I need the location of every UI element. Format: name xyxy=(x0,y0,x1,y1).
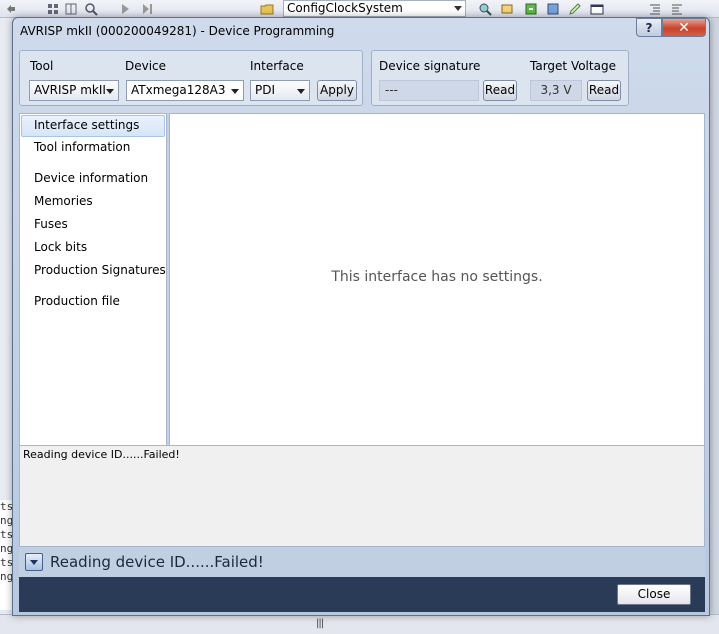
nav-item-fuses[interactable]: Fuses xyxy=(21,214,165,236)
undo-icon[interactable] xyxy=(4,2,18,16)
chevron-down-icon xyxy=(454,6,462,11)
play-icon[interactable] xyxy=(118,2,132,16)
ide-toolbar: ConfigClockSystem xyxy=(0,0,719,18)
device-select[interactable]: ATxmega128A3 xyxy=(126,80,244,101)
nav-item-tool-information[interactable]: Tool information xyxy=(21,137,165,159)
status-message: Reading device ID......Failed! xyxy=(50,553,264,571)
tool-device-group: Tool AVRISP mkII Device ATxmega128A3 Int… xyxy=(19,50,363,106)
dialog-footer: Close xyxy=(19,577,705,612)
window-close-button[interactable]: ✕ xyxy=(662,18,706,37)
tool-select-value: AVRISP mkII xyxy=(34,83,106,97)
log-line: Reading device ID......Failed! xyxy=(23,448,180,461)
chevron-down-icon xyxy=(106,89,114,94)
target-voltage-label: Target Voltage xyxy=(530,59,616,73)
find-icon[interactable] xyxy=(84,2,98,16)
title-bar[interactable]: AVRISP mkII (000200049281) - Device Prog… xyxy=(13,18,709,46)
log-output[interactable]: Reading device ID......Failed! xyxy=(19,445,705,547)
chevron-down-icon xyxy=(231,89,239,94)
settings-nav: Interface settings Tool information Devi… xyxy=(19,113,167,446)
expand-log-button[interactable] xyxy=(25,553,43,571)
search-icon[interactable] xyxy=(478,2,492,16)
window-title: AVRISP mkII (000200049281) - Device Prog… xyxy=(20,24,335,38)
indent-icon[interactable] xyxy=(648,2,662,16)
voltage-read-button[interactable]: Read xyxy=(587,80,621,101)
folder-icon[interactable] xyxy=(260,2,274,16)
grid-icon[interactable] xyxy=(64,2,78,16)
close-icon: ✕ xyxy=(678,19,690,36)
interface-select-value: PDI xyxy=(255,83,276,97)
signature-voltage-group: Device signature --- Read Target Voltage… xyxy=(371,50,629,106)
chevron-down-icon xyxy=(297,89,305,94)
device-signature-value: --- xyxy=(379,80,479,101)
export-icon[interactable] xyxy=(524,2,538,16)
help-icon: ? xyxy=(645,20,653,35)
apply-button[interactable]: Apply xyxy=(317,80,357,101)
close-button[interactable]: Close xyxy=(617,584,691,605)
device-select-value: ATxmega128A3 xyxy=(131,83,226,97)
solution-config-value: ConfigClockSystem xyxy=(287,1,403,15)
status-bar: Reading device ID......Failed! xyxy=(19,547,705,577)
chevron-down-icon xyxy=(30,560,38,565)
nav-item-interface-settings[interactable]: Interface settings xyxy=(21,115,165,137)
device-programming-dialog: AVRISP mkII (000200049281) - Device Prog… xyxy=(12,17,710,616)
nav-item-lock-bits[interactable]: Lock bits xyxy=(21,237,165,259)
interface-select[interactable]: PDI xyxy=(250,80,310,101)
help-button[interactable]: ? xyxy=(636,18,662,37)
device-label: Device xyxy=(125,59,167,73)
interface-label: Interface xyxy=(250,59,304,73)
tool-label: Tool xyxy=(30,59,54,73)
properties-icon[interactable] xyxy=(500,2,514,16)
solution-config-combo[interactable]: ConfigClockSystem xyxy=(283,0,466,17)
nav-item-memories[interactable]: Memories xyxy=(21,191,165,213)
target-voltage-value: 3,3 V xyxy=(530,80,582,101)
ide-right-pane xyxy=(709,18,719,634)
ide-status-strip: ||| xyxy=(0,614,719,634)
nav-item-production-signatures[interactable]: Production Signatures xyxy=(21,260,166,282)
window-icon[interactable] xyxy=(590,2,604,16)
nav-item-production-file[interactable]: Production file xyxy=(21,291,165,313)
settings-content: This interface has no settings. xyxy=(169,113,705,446)
signature-read-button[interactable]: Read xyxy=(483,80,517,101)
outdent-icon[interactable] xyxy=(670,2,684,16)
tool-select[interactable]: AVRISP mkII xyxy=(29,80,119,101)
device-signature-label: Device signature xyxy=(379,59,481,73)
grip-icon[interactable]: ||| xyxy=(316,618,324,629)
pencil-icon[interactable] xyxy=(568,2,582,16)
device-icon[interactable] xyxy=(546,2,560,16)
nav-item-device-information[interactable]: Device information xyxy=(21,168,165,190)
grid-icon[interactable] xyxy=(46,2,60,16)
step-icon[interactable] xyxy=(140,2,154,16)
no-settings-message: This interface has no settings. xyxy=(331,269,543,285)
